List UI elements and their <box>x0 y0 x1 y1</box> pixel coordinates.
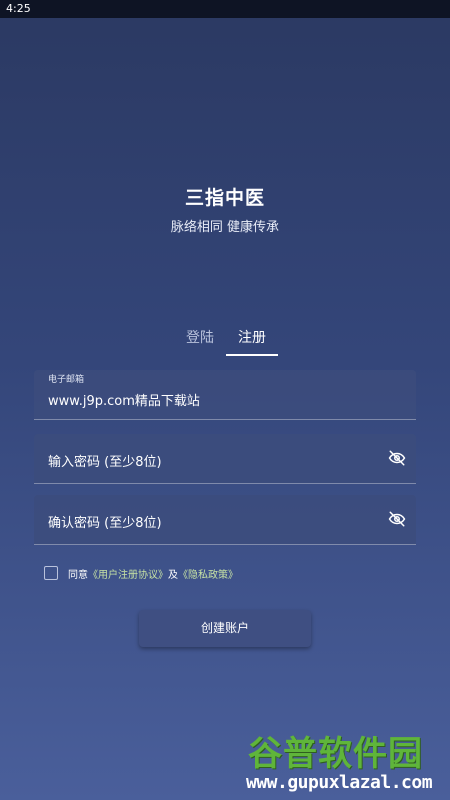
brand-header: 三指中医 脉络相同 健康传承 <box>0 183 450 235</box>
password-input[interactable]: 输入密码 (至少8位) <box>48 451 162 470</box>
tab-register[interactable]: 注册 <box>227 324 277 356</box>
eye-off-icon[interactable] <box>388 449 406 467</box>
eye-off-icon[interactable] <box>388 510 406 528</box>
email-label: 电子邮箱 <box>48 375 85 385</box>
watermark: 谷普软件园 www.gupuxlazal.com <box>240 726 450 800</box>
agree-prefix: 同意 <box>68 569 88 581</box>
watermark-logo: 谷普软件园 <box>248 734 423 774</box>
auth-tabs: 登陆 注册 <box>175 324 279 356</box>
status-bar: 4:25 <box>0 0 450 18</box>
agreement-row: 同意 《用户注册协议》 及 《隐私政策》 <box>44 565 238 581</box>
active-tab-indicator <box>226 354 278 356</box>
user-agreement-link[interactable]: 《用户注册协议》 <box>88 566 168 581</box>
status-time: 4:25 <box>6 2 31 15</box>
privacy-policy-link[interactable]: 《隐私政策》 <box>178 566 238 581</box>
app-title: 三指中医 <box>184 187 265 209</box>
agree-checkbox[interactable] <box>44 566 58 580</box>
confirm-password-input[interactable]: 确认密码 (至少8位) <box>48 512 162 531</box>
email-input[interactable]: www.j9p.com精品下载站 <box>48 390 200 409</box>
agree-conjunction: 及 <box>168 569 178 581</box>
email-field[interactable]: 电子邮箱 www.j9p.com精品下载站 <box>34 370 416 420</box>
watermark-url: www.gupuxlazal.com <box>246 772 433 793</box>
tab-login[interactable]: 登陆 <box>175 324 225 356</box>
app-subtitle: 脉络相同 健康传承 <box>170 220 280 235</box>
confirm-password-field[interactable]: 确认密码 (至少8位) <box>34 495 416 545</box>
create-account-button[interactable]: 创建账户 <box>139 610 311 647</box>
password-field[interactable]: 输入密码 (至少8位) <box>34 434 416 484</box>
